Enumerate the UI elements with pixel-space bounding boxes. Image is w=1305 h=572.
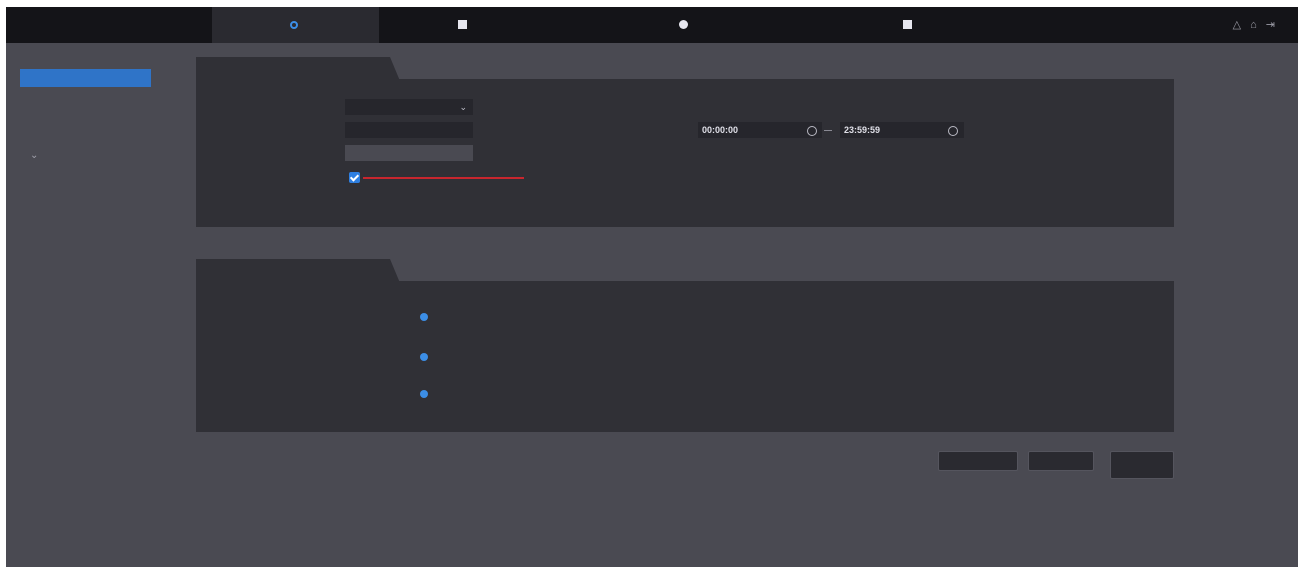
nav-logs[interactable] [903,7,915,43]
refresh-button[interactable] [938,451,1018,471]
logout-icon[interactable]: ⇥ [1266,19,1284,31]
app-window: △⌂⇥ ⌄ ⌄ 00:00:00 23:59:59 [6,7,1298,567]
sidebar: ⌄ [6,43,176,567]
events-panel [196,281,1174,432]
chart-icon [458,20,467,29]
default-button[interactable] [1110,451,1174,479]
gear-icon [290,21,298,29]
sidebar-item-2[interactable]: ⌄ [24,150,38,161]
nav-network[interactable] [679,7,691,43]
range-dash [824,130,832,131]
tab-events[interactable] [196,259,400,283]
device-type-select[interactable]: ⌄ [345,99,473,115]
top-nav: △⌂⇥ [6,7,1298,43]
max-field[interactable] [345,145,473,161]
tab-device-properties[interactable] [196,57,400,81]
clock-icon[interactable] [948,126,958,136]
chevron-down-icon: ⌄ [30,150,39,161]
clock-icon[interactable] [807,126,817,136]
nav-device-info[interactable] [458,7,470,43]
log-icon [903,20,912,29]
nav-settings[interactable] [212,7,379,43]
schedule-value[interactable] [692,99,772,115]
top-icons: △⌂⇥ [1233,7,1284,43]
user-icon[interactable]: △ [1233,19,1250,31]
event-row-0-on-radio[interactable] [420,313,428,321]
warning-line [363,177,524,179]
time-end-field[interactable]: 23:59:59 [840,122,964,138]
event-row-2-on-radio[interactable] [420,390,428,398]
time-start-field[interactable]: 00:00:00 [698,122,822,138]
sidebar-item-0[interactable] [20,69,151,87]
home-icon[interactable]: ⌂ [1250,19,1266,31]
device-properties-panel: ⌄ 00:00:00 23:59:59 [196,79,1174,227]
event-row-1-on-radio[interactable] [420,353,428,361]
feature-checkbox[interactable] [349,172,360,183]
apply-button[interactable] [1028,451,1094,471]
door-number-field[interactable] [345,122,473,138]
chevron-down-icon: ⌄ [459,102,467,112]
network-icon [679,20,688,29]
